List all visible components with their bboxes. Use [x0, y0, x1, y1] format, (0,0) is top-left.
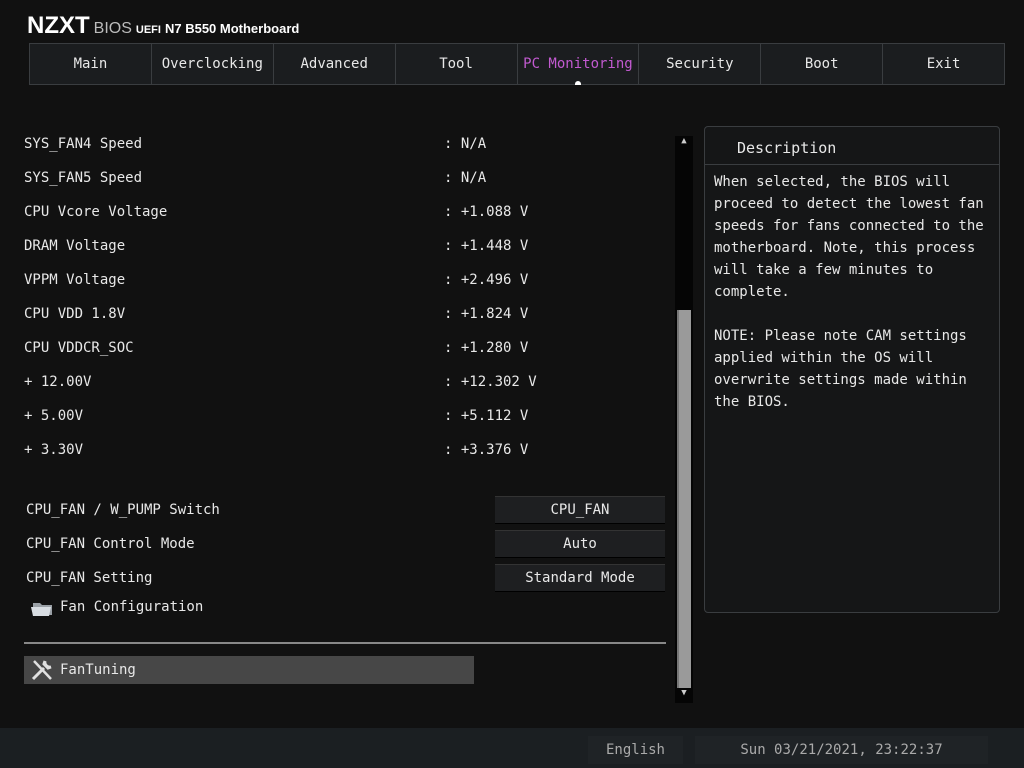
reading-row: SYS_FAN5 Speed : N/A	[24, 166, 664, 190]
reading-value: : +1.824 V	[444, 306, 529, 322]
datetime: Sun 03/21/2021, 23:22:37	[695, 736, 988, 764]
reading-value: : +1.088 V	[444, 204, 529, 220]
scrollbar-thumb[interactable]	[677, 310, 691, 688]
option-label: CPU_FAN Control Mode	[26, 536, 195, 552]
divider	[24, 642, 666, 644]
option-value-button[interactable]: CPU_FAN	[495, 496, 665, 524]
option-value-button[interactable]: Auto	[495, 530, 665, 558]
reading-label: + 12.00V	[24, 374, 92, 390]
language-button[interactable]: English	[588, 736, 683, 764]
reading-row: CPU VDDCR_SOC : +1.280 V	[24, 336, 664, 360]
reading-label: SYS_FAN5 Speed	[24, 170, 143, 186]
reading-label: CPU Vcore Voltage	[24, 204, 168, 220]
reading-label: SYS_FAN4 Speed	[24, 136, 143, 152]
uefi-label: UEFI	[135, 24, 161, 36]
fantuning-label: FanTuning	[60, 662, 136, 678]
reading-label: + 3.30V	[24, 442, 84, 458]
reading-value: : +1.280 V	[444, 340, 529, 356]
reading-value: : +3.376 V	[444, 442, 529, 458]
reading-row: + 5.00V : +5.112 V	[24, 404, 664, 428]
reading-value: : N/A	[444, 170, 487, 186]
tools-icon	[31, 660, 52, 681]
option-row: CPU_FAN / W_PUMP Switch CPU_FAN	[24, 496, 666, 524]
reading-row: + 12.00V : +12.302 V	[24, 370, 664, 394]
bios-label: BIOS	[93, 20, 132, 37]
reading-row: SYS_FAN4 Speed : N/A	[24, 132, 664, 156]
tab-pc-monitoring[interactable]: PC Monitoring	[518, 44, 640, 85]
reading-row: + 3.30V : +3.376 V	[24, 438, 664, 462]
option-label: CPU_FAN Setting	[26, 570, 153, 586]
reading-label: + 5.00V	[24, 408, 84, 424]
reading-value: : N/A	[444, 136, 487, 152]
scroll-down-icon[interactable]: ▼	[675, 688, 693, 702]
reading-label: CPU VDDCR_SOC	[24, 340, 134, 356]
reading-label: VPPM Voltage	[24, 272, 126, 288]
reading-row: VPPM Voltage : +2.496 V	[24, 268, 664, 292]
fan-configuration-label: Fan Configuration	[60, 599, 204, 615]
reading-row: CPU VDD 1.8V : +1.824 V	[24, 302, 664, 326]
option-row: CPU_FAN Control Mode Auto	[24, 530, 666, 558]
description-panel: Description When selected, the BIOS will…	[704, 126, 1000, 613]
tab-main[interactable]: Main	[30, 44, 152, 84]
fan-configuration-item[interactable]: Fan Configuration	[30, 597, 203, 617]
model-name: N7 B550 Motherboard	[164, 21, 300, 36]
reading-value: : +1.448 V	[444, 238, 529, 254]
reading-label: DRAM Voltage	[24, 238, 126, 254]
option-value-button[interactable]: Standard Mode	[495, 564, 665, 592]
reading-row: CPU Vcore Voltage : +1.088 V	[24, 200, 664, 224]
fantuning-item[interactable]: FanTuning	[24, 656, 474, 684]
option-label: CPU_FAN / W_PUMP Switch	[26, 502, 220, 518]
description-text: When selected, the BIOS will proceed to …	[714, 174, 984, 410]
nzxt-logo: NZXT BIOS UEFI N7 B550 Motherboard	[27, 12, 299, 40]
tab-exit[interactable]: Exit	[883, 44, 1004, 84]
reading-value: : +2.496 V	[444, 272, 529, 288]
description-title: Description	[705, 127, 999, 165]
reading-row: DRAM Voltage : +1.448 V	[24, 234, 664, 258]
reading-label: CPU VDD 1.8V	[24, 306, 126, 322]
tab-tool[interactable]: Tool	[396, 44, 518, 84]
tab-security[interactable]: Security	[639, 44, 762, 84]
folder-icon	[31, 603, 52, 616]
tab-advanced[interactable]: Advanced	[274, 44, 396, 84]
tab-overclocking[interactable]: Overclocking	[152, 44, 274, 84]
option-row: CPU_FAN Setting Standard Mode	[24, 564, 666, 592]
brand: NZXT	[27, 12, 90, 39]
reading-value: : +12.302 V	[444, 374, 537, 390]
tab-boot[interactable]: Boot	[761, 44, 884, 84]
scrollbar[interactable]: ▲ ▼	[675, 136, 693, 703]
scroll-up-icon[interactable]: ▲	[675, 136, 693, 150]
reading-value: : +5.112 V	[444, 408, 529, 424]
main-tabs: Main Overclocking Advanced Tool PC Monit…	[29, 43, 1005, 85]
